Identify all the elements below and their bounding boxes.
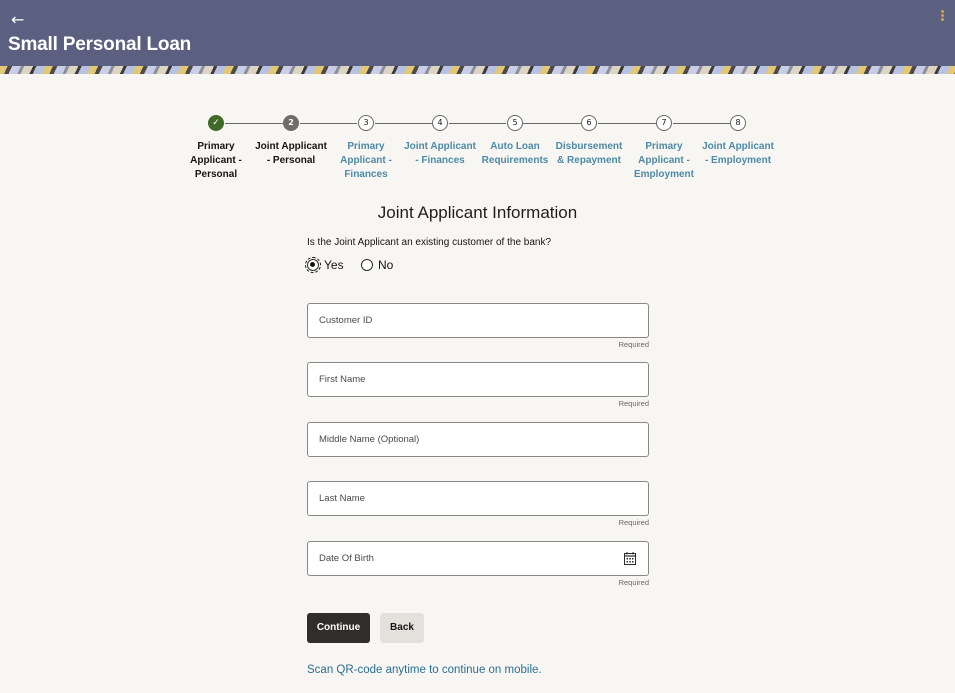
step-3-circle[interactable]: 3 — [358, 115, 374, 131]
first-name-field[interactable]: First Name — [307, 362, 649, 397]
step-connector — [598, 123, 656, 124]
step-label-line: Primary — [197, 141, 235, 152]
step-label-line: Primary — [347, 141, 385, 152]
radio-button-yes[interactable] — [305, 257, 321, 273]
step-4-circle[interactable]: 4 — [432, 115, 448, 131]
step-7-label[interactable]: Primary Applicant - Employment — [623, 140, 705, 182]
step-label-line: Primary — [645, 141, 683, 152]
step-label-line: Joint Applicant — [404, 141, 476, 152]
step-label-line: Joint Applicant — [702, 141, 774, 152]
app-header: ← Small Personal Loan — [0, 0, 955, 66]
step-connector — [375, 123, 432, 124]
step-8-circle[interactable]: 8 — [730, 115, 746, 131]
step-label-line: - Employment — [704, 155, 772, 166]
step-label-line: Personal — [194, 169, 238, 180]
required-hint: Required — [618, 399, 649, 408]
continue-button[interactable]: Continue — [307, 613, 370, 643]
step-1-label[interactable]: Primary Applicant - Personal — [175, 140, 257, 182]
section-title: Joint Applicant Information — [377, 203, 578, 222]
middle-name-field[interactable]: Middle Name (Optional) — [307, 422, 649, 457]
step-label-line: Employment — [633, 169, 694, 180]
step-label-line: Applicant - — [190, 155, 242, 166]
date-of-birth-field[interactable]: Date Of Birth — [307, 541, 649, 576]
radio-button-no[interactable] — [361, 259, 373, 271]
step-connector — [673, 123, 730, 124]
step-connector — [300, 123, 357, 124]
step-label-line: - Personal — [266, 155, 316, 166]
step-1-checkmark-icon[interactable]: ✓ — [208, 115, 224, 131]
arrow-left-icon[interactable]: ← — [11, 10, 29, 30]
radio-label-no: No — [378, 258, 394, 272]
required-hint: Required — [618, 340, 649, 349]
step-label-line: - Finances — [415, 155, 465, 166]
step-label-line: Disbursement — [555, 141, 623, 152]
existing-customer-question: Is the Joint Applicant an existing custo… — [307, 237, 552, 248]
step-connector — [523, 123, 581, 124]
step-label-line: Auto Loan — [490, 141, 540, 152]
back-button[interactable]: Back — [380, 613, 424, 643]
step-connector — [225, 123, 283, 124]
step-label-line: Applicant - — [638, 155, 690, 166]
page-title: Small Personal Loan — [8, 34, 192, 55]
radio-option-no[interactable]: No — [361, 258, 393, 272]
decorative-banner-pattern — [0, 66, 955, 74]
radio-option-yes[interactable]: Yes — [305, 257, 344, 273]
qr-code-link[interactable]: Scan QR-code anytime to continue on mobi… — [307, 664, 542, 676]
customer-id-input[interactable] — [308, 304, 648, 337]
last-name-field[interactable]: Last Name — [307, 481, 649, 516]
step-label-line: Applicant - — [340, 155, 392, 166]
step-4-label[interactable]: Joint Applicant - Finances — [399, 140, 481, 168]
middle-name-input[interactable] — [308, 423, 648, 456]
customer-id-field[interactable]: Customer ID — [307, 303, 649, 338]
step-2-circle[interactable]: 2 — [283, 115, 299, 131]
step-3-label[interactable]: Primary Applicant - Finances — [325, 140, 407, 182]
kebab-menu-icon[interactable] — [937, 10, 947, 26]
step-label-line: Joint Applicant — [255, 141, 327, 152]
step-7-circle[interactable]: 7 — [656, 115, 672, 131]
step-connector — [449, 123, 506, 124]
step-5-label[interactable]: Auto Loan Requirements — [474, 140, 556, 168]
radio-label-yes: Yes — [324, 258, 344, 272]
date-of-birth-input[interactable] — [308, 542, 648, 575]
calendar-icon[interactable] — [624, 552, 636, 565]
step-label-line: Requirements — [481, 155, 549, 166]
step-8-label[interactable]: Joint Applicant - Employment — [697, 140, 779, 168]
step-label-line: & Repayment — [557, 155, 621, 166]
step-2-label[interactable]: Joint Applicant - Personal — [250, 140, 332, 168]
step-5-circle[interactable]: 5 — [507, 115, 523, 131]
step-label-line: Finances — [344, 169, 388, 180]
required-hint: Required — [618, 578, 649, 587]
last-name-input[interactable] — [308, 482, 648, 515]
required-hint: Required — [618, 518, 649, 527]
step-6-circle[interactable]: 6 — [581, 115, 597, 131]
first-name-input[interactable] — [308, 363, 648, 396]
step-6-label[interactable]: Disbursement & Repayment — [548, 140, 630, 168]
